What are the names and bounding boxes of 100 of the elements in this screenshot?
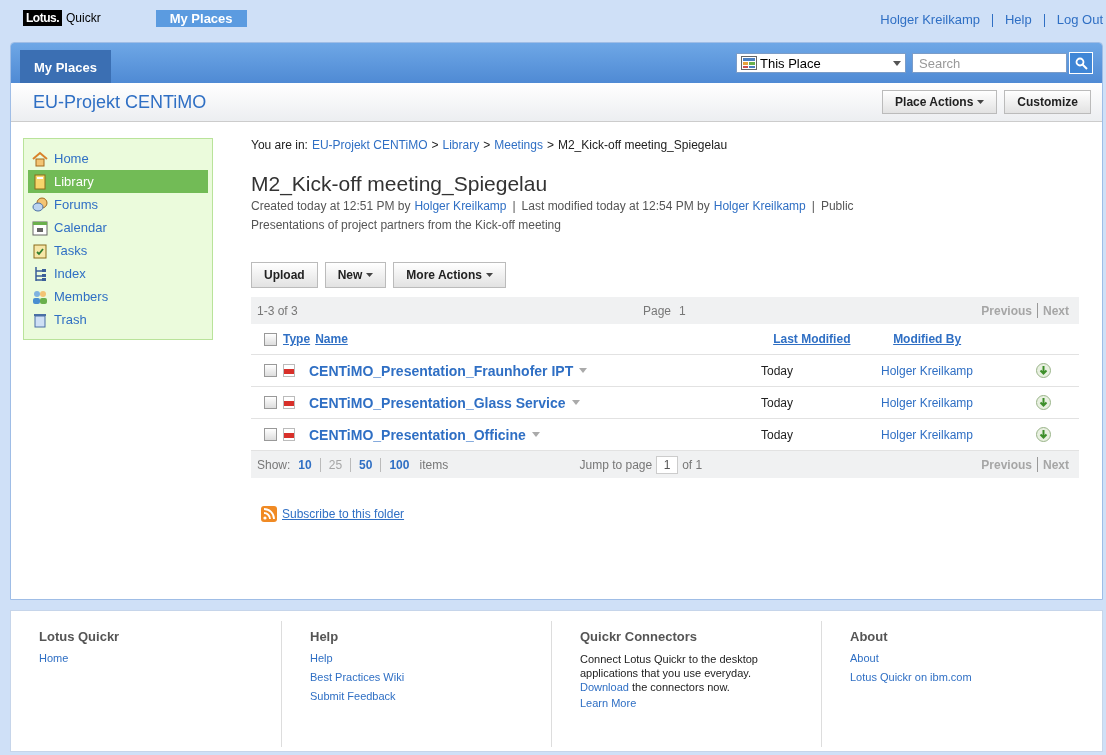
download-icon[interactable]: [1036, 395, 1051, 410]
grid-icon: [741, 56, 757, 70]
column-header[interactable]: Modified By: [893, 332, 962, 346]
footer-heading: About: [850, 629, 889, 644]
footer-link[interactable]: Submit Feedback: [310, 690, 551, 702]
search-field[interactable]: Search: [912, 53, 1067, 73]
caret-icon[interactable]: [579, 368, 588, 373]
author-link[interactable]: Holger Kreilkamp: [713, 199, 806, 213]
search-icon: [1074, 56, 1088, 70]
file-link[interactable]: CENTiMO_Presentation_Fraunhofer IPT: [309, 362, 574, 379]
table-cell-text: Today: [761, 395, 795, 410]
breadcrumb-separator: >: [546, 138, 554, 152]
row-checkbox[interactable]: [264, 396, 277, 409]
folder-title: M2_Kick-off meeting_Spiegelau: [251, 172, 549, 196]
home-icon: [32, 150, 48, 167]
folder-description: Presentations of project partners from the Kick-off meeting: [251, 218, 562, 232]
row-checkbox[interactable]: [264, 428, 277, 441]
my-places-tab[interactable]: My Places: [20, 50, 111, 83]
breadcrumb-link[interactable]: Meetings: [494, 138, 543, 152]
footer-link[interactable]: Help: [310, 652, 551, 664]
footer-heading: Lotus Quickr: [39, 629, 121, 644]
pdf-file-icon: [283, 396, 295, 409]
author-link[interactable]: Holger Kreilkamp: [881, 395, 974, 410]
download-link[interactable]: Download: [580, 681, 629, 693]
sidebar-item[interactable]: Index: [28, 262, 208, 285]
subscribe-link[interactable]: Subscribe to this folder: [282, 507, 405, 521]
breadcrumb-separator: >: [483, 138, 491, 152]
scope-dropdown[interactable]: This Place: [736, 53, 906, 73]
select-all-checkbox[interactable]: [264, 332, 277, 346]
rss-icon: [261, 506, 277, 522]
people-icon: [32, 288, 48, 305]
caret-icon: [893, 60, 901, 66]
logo: Lotus. Quickr: [23, 10, 101, 26]
caret-icon[interactable]: [531, 432, 540, 437]
page-size-link[interactable]: 100: [389, 457, 410, 472]
meta-text: Created today at 12:51 PM by: [251, 199, 411, 213]
breadcrumb-link[interactable]: Library: [442, 138, 480, 152]
search-button[interactable]: [1069, 52, 1093, 74]
breadcrumb-label: You are in:: [251, 138, 308, 152]
table-cell-text: Today: [761, 363, 795, 378]
action-button[interactable]: New: [324, 262, 387, 288]
download-icon[interactable]: [1036, 363, 1051, 378]
file-link[interactable]: CENTiMO_Presentation_Glass Service: [309, 394, 566, 411]
footer-heading: Help: [310, 629, 340, 644]
caret-icon: [485, 273, 493, 277]
items-label: items: [419, 457, 450, 472]
speech-bubble-icon: [32, 196, 48, 213]
footer-link[interactable]: Best Practices Wiki: [310, 671, 551, 683]
pdf-file-icon: [283, 428, 295, 441]
page-number: 1: [679, 303, 686, 318]
trash-icon: [32, 311, 48, 328]
column-header[interactable]: Type: [283, 332, 311, 346]
place-button[interactable]: Customize: [1004, 90, 1091, 114]
top-link[interactable]: Log Out: [1056, 12, 1103, 27]
column-header[interactable]: Last Modified: [773, 332, 851, 346]
item-count: 1-3 of 3: [257, 303, 299, 318]
jump-label: Jump to page: [579, 457, 653, 472]
place-title: EU-Projekt CENTiMO: [33, 91, 207, 113]
author-link[interactable]: Holger Kreilkamp: [881, 363, 974, 378]
breadcrumb-current: M2_Kick-off meeting_Spiegelau: [557, 138, 728, 152]
footer-link[interactable]: About: [850, 652, 1091, 664]
action-button[interactable]: Upload: [251, 262, 318, 288]
show-label: Show:: [257, 457, 291, 472]
caret-icon: [977, 100, 985, 104]
page-total: of 1: [682, 457, 703, 472]
file-link[interactable]: CENTiMO_Presentation_Officine: [309, 426, 526, 443]
place-button[interactable]: Place Actions: [882, 90, 998, 114]
page-input[interactable]: 1: [656, 455, 679, 474]
top-link[interactable]: Help: [1005, 12, 1032, 27]
tree-icon: [32, 265, 48, 282]
author-link[interactable]: Holger Kreilkamp: [881, 427, 974, 442]
sidebar-item[interactable]: Calendar: [28, 216, 208, 239]
checklist-icon: [32, 242, 48, 259]
download-icon[interactable]: [1036, 427, 1051, 442]
separator: |: [811, 199, 815, 213]
action-button[interactable]: More Actions: [393, 262, 506, 288]
meta-text: Last modified today at 12:54 PM by: [521, 199, 710, 213]
sidebar-item[interactable]: Trash: [28, 308, 208, 331]
footer-link[interactable]: Lotus Quickr on ibm.com: [850, 671, 1091, 683]
page-size-link[interactable]: 50: [359, 457, 373, 472]
user-link[interactable]: Holger Kreilkamp: [880, 12, 980, 27]
sidebar-item[interactable]: Tasks: [28, 239, 208, 262]
footer-paragraph: Connect Lotus Quickr to the desktop applications that you use everyday. Download the connectors now.: [580, 652, 759, 694]
author-link[interactable]: Holger Kreilkamp: [414, 199, 507, 213]
footer-link[interactable]: Home: [39, 652, 281, 664]
footer-link[interactable]: Learn More: [580, 697, 821, 709]
breadcrumb-link[interactable]: EU-Projekt CENTiMO: [311, 138, 428, 152]
column-header[interactable]: Name: [315, 332, 774, 346]
table-cell-text: Today: [761, 427, 795, 442]
sidebar-item[interactable]: Home: [28, 147, 208, 170]
sidebar-item[interactable]: Members: [28, 285, 208, 308]
my-places-tab[interactable]: My Places: [155, 10, 247, 27]
row-checkbox[interactable]: [264, 364, 277, 377]
separator: |: [512, 199, 516, 213]
page-size-link[interactable]: 10: [298, 457, 312, 472]
page-label: Page: [643, 303, 672, 318]
calendar-icon: [32, 219, 48, 236]
caret-icon[interactable]: [571, 400, 580, 405]
sidebar-item[interactable]: Forums: [28, 193, 208, 216]
caret-icon: [366, 273, 374, 277]
